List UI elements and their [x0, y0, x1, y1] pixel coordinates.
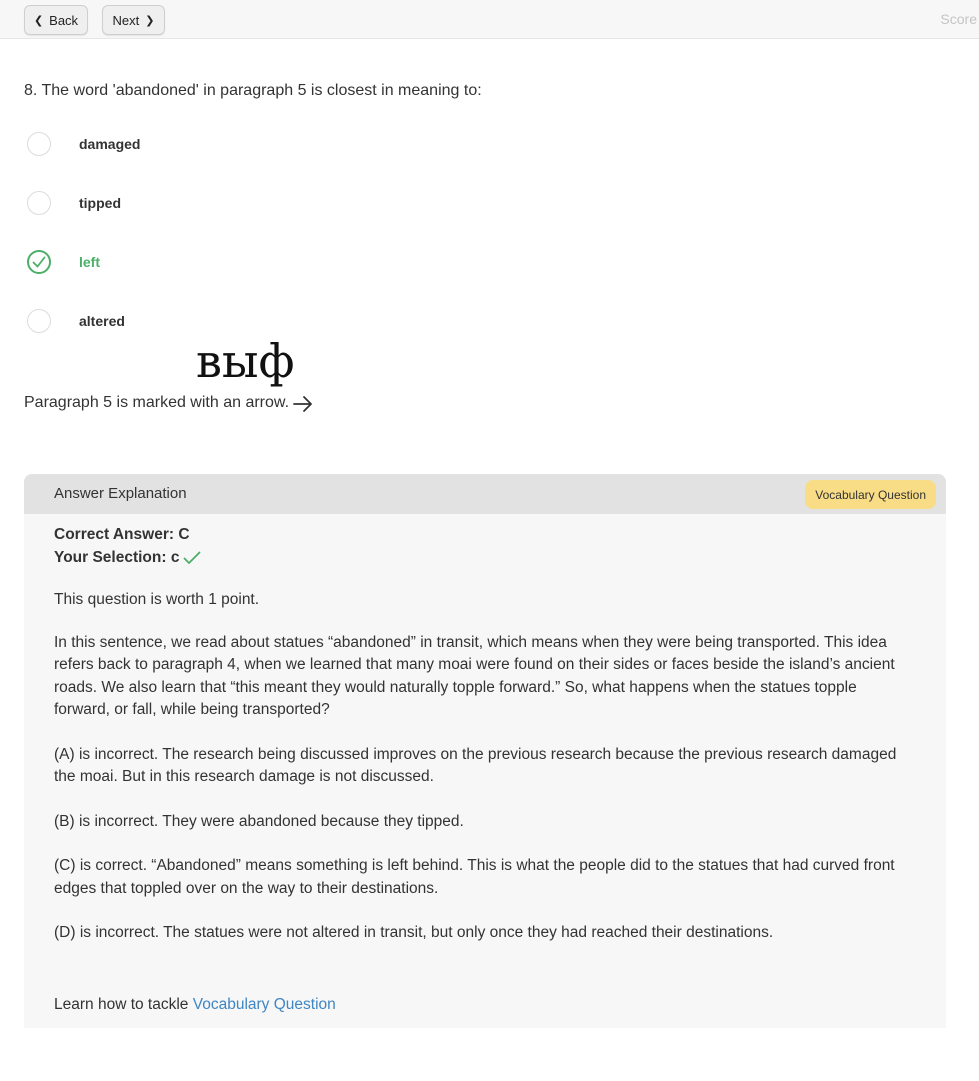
explanation-header: Answer Explanation Vocabulary Question — [24, 474, 946, 514]
explanation-paragraph: (A) is incorrect. The research being dis… — [54, 745, 897, 786]
radio-button[interactable] — [27, 132, 51, 156]
option-b[interactable]: tipped — [27, 189, 327, 219]
option-label: left — [79, 254, 100, 270]
overlay-text: выф — [196, 334, 295, 388]
option-c[interactable]: left — [27, 248, 327, 278]
vocabulary-question-link[interactable]: Vocabulary Question — [193, 996, 336, 1013]
checkmark-icon — [184, 551, 201, 564]
option-label: tipped — [79, 195, 121, 211]
your-selection: Your Selection: c — [54, 548, 180, 566]
explanation-paragraph: (B) is incorrect. They were abandoned be… — [54, 812, 464, 830]
explanation-paragraph: (C) is correct. “Abandoned” means someth… — [54, 857, 895, 897]
back-button[interactable]: ❮ Back — [24, 5, 88, 35]
point-value: This question is worth 1 point. — [54, 591, 260, 608]
explanation-paragraph: In this sentence, we read about statues … — [54, 633, 895, 719]
radio-button[interactable] — [27, 191, 51, 215]
learn-more: Learn how to tackle Vocabulary Question — [54, 996, 336, 1014]
answer-explanation-panel: Answer Explanation Vocabulary Question C… — [24, 474, 946, 1028]
option-label: altered — [79, 313, 125, 329]
radio-button-checked[interactable] — [27, 250, 51, 274]
learn-prefix: Learn how to tackle — [54, 996, 189, 1013]
question-text: 8. The word 'abandoned' in paragraph 5 i… — [24, 82, 482, 99]
correct-answer: Correct Answer: C — [54, 526, 190, 543]
chevron-left-icon: ❮ — [33, 14, 44, 27]
score-label: Score — [940, 11, 977, 27]
radio-button[interactable] — [27, 309, 51, 333]
explanation-title: Answer Explanation — [54, 485, 187, 502]
your-selection-row: Your Selection: c — [54, 547, 916, 570]
chevron-right-icon: ❯ — [145, 14, 155, 27]
option-a[interactable]: damaged — [27, 130, 327, 160]
checkmark-icon — [32, 256, 46, 268]
back-button-label: Back — [49, 12, 79, 28]
option-d[interactable]: altered — [27, 307, 327, 337]
question-type-badge: Vocabulary Question — [805, 480, 936, 509]
paragraph-note: Paragraph 5 is marked with an arrow. — [24, 394, 290, 411]
explanation-paragraph: (D) is incorrect. The statues were not a… — [54, 924, 774, 941]
top-toolbar: ❮ Back Next ❯ Score — [0, 0, 979, 39]
arrow-right-icon — [293, 396, 312, 412]
option-label: damaged — [79, 136, 141, 152]
explanation-body: Correct Answer: C Your Selection: c This… — [54, 524, 916, 945]
next-button[interactable]: Next ❯ — [102, 5, 165, 35]
next-button-label: Next — [112, 12, 140, 28]
